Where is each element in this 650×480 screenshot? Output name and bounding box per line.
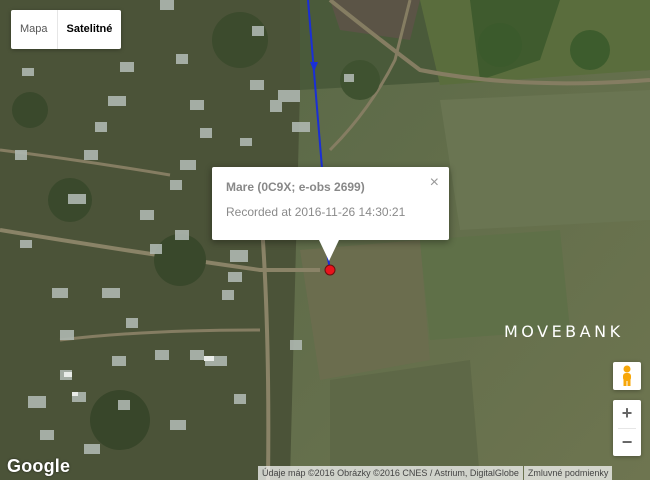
google-logo: Google bbox=[7, 456, 71, 476]
map-data-attribution: Údaje máp ©2016 Obrázky ©2016 CNES / Ast… bbox=[258, 466, 523, 480]
attribution-bar: Údaje máp ©2016 Obrázky ©2016 CNES / Ast… bbox=[258, 466, 613, 480]
zoom-in-button[interactable]: + bbox=[613, 400, 641, 428]
info-window: Mare (0C9X; e-obs 2699) Recorded at 2016… bbox=[212, 167, 449, 261]
map-type-map-button[interactable]: Mapa bbox=[11, 10, 57, 49]
map-type-satellite-button[interactable]: Satelitné bbox=[56, 10, 122, 49]
movebank-watermark: MOVEBANK bbox=[504, 322, 624, 341]
info-window-tail bbox=[319, 240, 339, 261]
close-icon[interactable]: × bbox=[430, 174, 439, 192]
zoom-control: + − bbox=[613, 400, 641, 456]
info-window-title: Mare (0C9X; e-obs 2699) bbox=[226, 180, 365, 194]
map-canvas[interactable]: Mapa Satelitné Mare (0C9X; e-obs 2699) R… bbox=[0, 0, 650, 480]
zoom-out-button[interactable]: − bbox=[613, 429, 641, 457]
street-view-pegman-icon[interactable] bbox=[613, 362, 641, 390]
location-marker[interactable] bbox=[324, 264, 336, 276]
info-window-text: Recorded at 2016-11-26 14:30:21 bbox=[226, 205, 406, 219]
map-type-control: Mapa Satelitné bbox=[11, 10, 122, 49]
terms-link[interactable]: Zmluvné podmienky bbox=[523, 466, 613, 480]
